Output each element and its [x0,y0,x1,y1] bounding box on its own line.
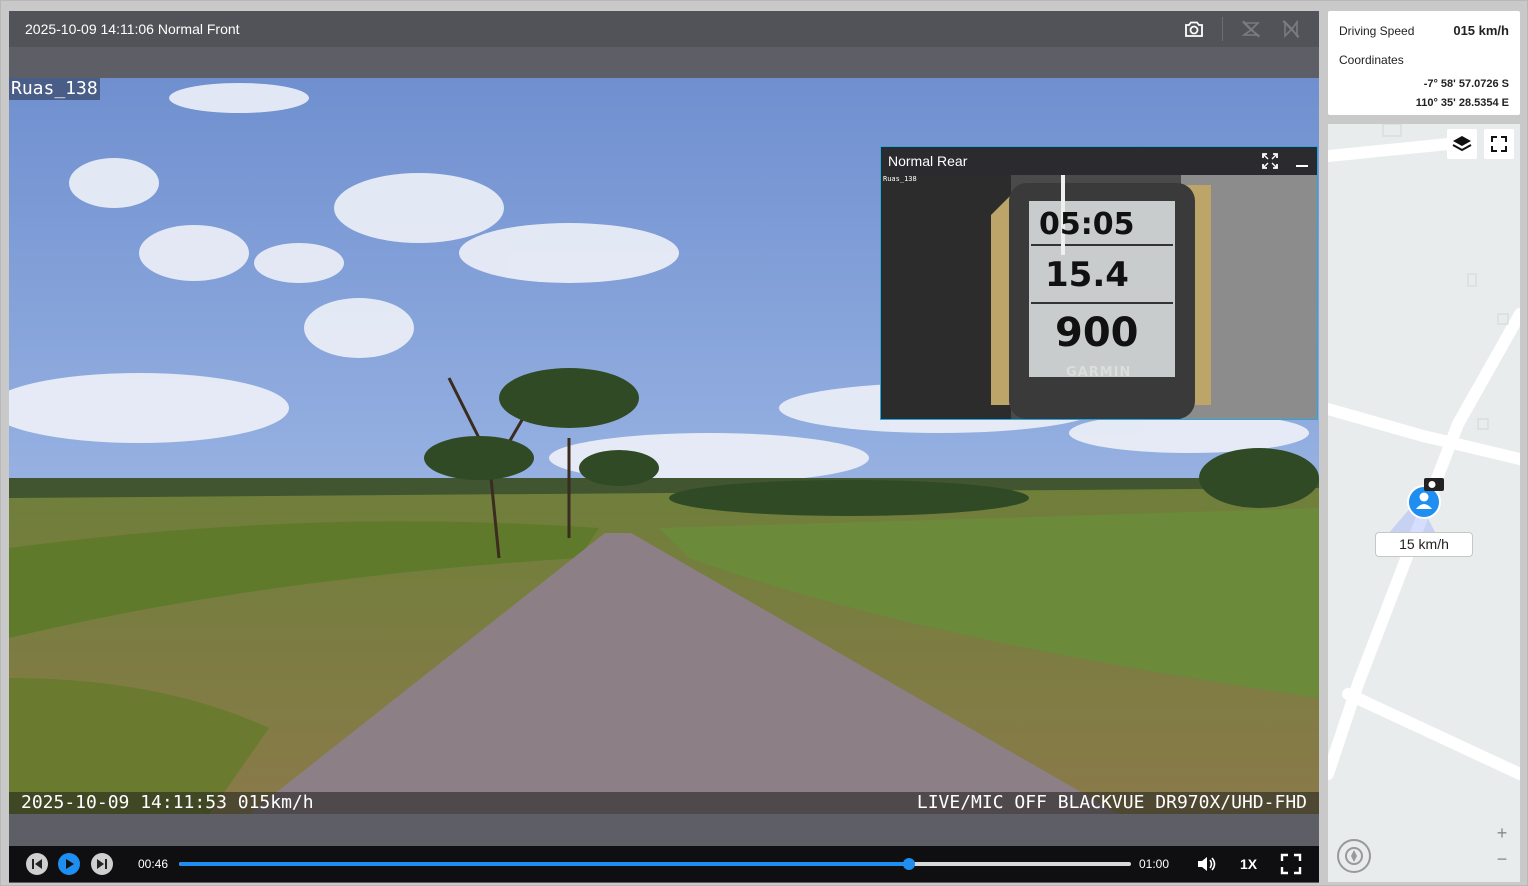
map-fullscreen-button[interactable] [1484,129,1514,159]
gps-time-readout: 05:05 [1039,207,1135,242]
camera-snapshot-icon[interactable] [1182,17,1206,41]
map-expand-icon [1491,136,1507,152]
map-speed-tag: 15 km/h [1375,532,1473,557]
next-frame-button[interactable] [90,852,114,876]
minimize-icon[interactable] [1293,152,1311,170]
zoom-out-button[interactable]: − [1491,848,1513,870]
map-panel[interactable]: 15 km/h + − [1328,124,1520,882]
gps-brand: GARMIN [1066,365,1132,380]
player-title: 2025-10-09 14:11:06 Normal Front [25,21,240,37]
volume-icon[interactable] [1195,853,1217,875]
compass-button[interactable] [1337,839,1371,873]
layers-icon [1452,136,1472,152]
expand-icon[interactable] [1261,152,1279,170]
osd-timestamp-speed: 2025-10-09 14:11:53 015km/h [21,792,314,813]
vehicle-marker-icon[interactable] [1406,474,1446,520]
gps-speed-readout: 15.4 [1045,255,1129,295]
longitude-value: 110° 35' 28.5354 E [1415,97,1509,109]
front-channel-label: Ruas_138 [9,78,100,100]
rear-channel-label: Ruas_138 [883,175,917,183]
rear-camera-pip[interactable]: Normal Rear 05:05 15.4 900 GARMIN Ruas_1… [880,146,1318,420]
previous-frame-button[interactable] [25,852,49,876]
front-camera-video[interactable]: Ruas_138 2025-10-09 14:11:53 015km/h LIV… [9,78,1319,814]
header-separator [1222,17,1223,41]
mirror-disabled-icon[interactable] [1279,17,1303,41]
front-osd-bar: 2025-10-09 14:11:53 015km/h LIVE/MIC OFF… [9,792,1319,814]
playback-speed-button[interactable]: 1X [1240,856,1257,872]
zoom-in-button[interactable]: + [1491,822,1513,844]
progress-fill [179,862,910,866]
coordinates-label: Coordinates [1339,53,1404,67]
progress-track[interactable] [179,858,1131,870]
telemetry-card: Driving Speed 015 km/h Coordinates -7° 5… [1328,11,1520,115]
current-time: 00:46 [138,857,169,871]
app-root: 2025-10-09 14:11:06 Normal Front Ruas_13… [0,0,1528,886]
fullscreen-icon[interactable] [1280,853,1302,875]
gps-distance-readout: 900 [1055,310,1139,356]
play-button[interactable] [57,852,81,876]
osd-device-info: LIVE/MIC OFF BLACKVUE DR970X/UHD-FHD [916,792,1307,813]
video-player: 2025-10-09 14:11:06 Normal Front Ruas_13… [9,11,1319,883]
player-header: 2025-10-09 14:11:06 Normal Front [9,11,1319,47]
rear-pip-header: Normal Rear [881,147,1317,175]
driving-speed-value: 015 km/h [1453,23,1509,38]
rear-pip-title: Normal Rear [888,153,968,169]
rear-camera-video: 05:05 15.4 900 GARMIN Ruas_138 [881,175,1317,419]
map-layers-button[interactable] [1447,129,1477,159]
latitude-value: -7° 58' 57.0726 S [1423,78,1509,90]
compass-icon [1345,847,1363,865]
driving-speed-label: Driving Speed [1339,24,1415,38]
playback-controls: 00:46 01:00 1X [9,846,1319,882]
progress-thumb[interactable] [903,858,916,870]
total-time: 01:00 [1139,857,1170,871]
flip-disabled-icon[interactable] [1239,17,1263,41]
